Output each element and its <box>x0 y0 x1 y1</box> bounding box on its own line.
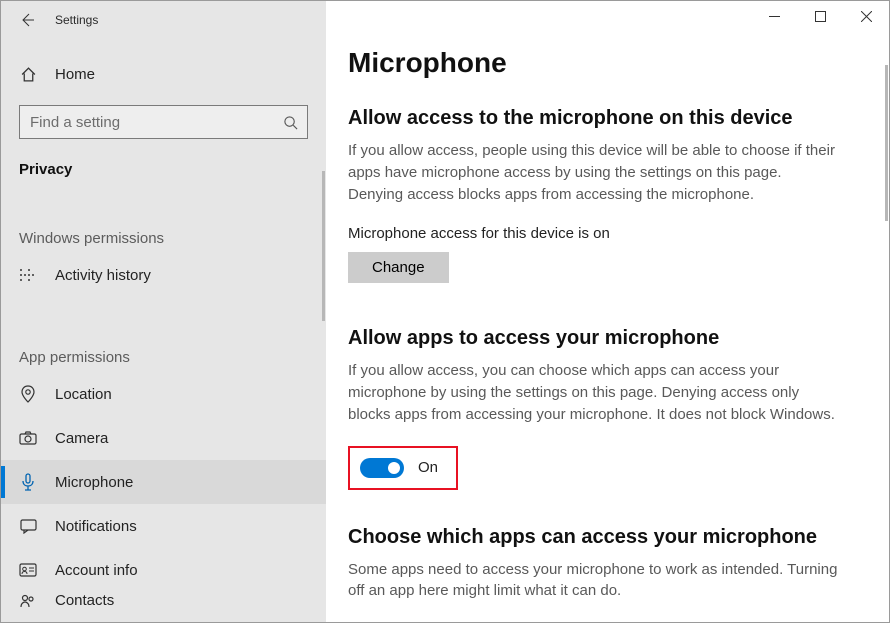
nav-home[interactable]: Home <box>19 65 308 83</box>
window-controls <box>751 1 889 31</box>
sidebar-item-location[interactable]: Location <box>1 372 326 416</box>
sidebar-item-contacts[interactable]: Contacts <box>1 592 326 616</box>
notifications-icon <box>19 517 37 535</box>
nav-group-windows-permissions: Windows permissions <box>19 230 308 247</box>
location-icon <box>19 385 37 403</box>
nav-home-label: Home <box>55 66 95 83</box>
sidebar-item-activity-history[interactable]: Activity history <box>1 253 326 297</box>
minimize-button[interactable] <box>751 1 797 31</box>
sidebar-item-label: Activity history <box>55 267 151 284</box>
nav-group-app-permissions: App permissions <box>19 349 308 366</box>
close-button[interactable] <box>843 1 889 31</box>
section-device-access-title: Allow access to the microphone on this d… <box>348 107 867 130</box>
back-arrow-icon <box>19 12 35 28</box>
sidebar-item-label: Location <box>55 386 112 403</box>
sidebar-item-microphone[interactable]: Microphone <box>1 460 326 504</box>
titlebar: Settings <box>1 1 326 39</box>
app-access-toggle-label: On <box>418 459 438 476</box>
minimize-icon <box>769 11 780 22</box>
home-icon <box>19 65 37 83</box>
nav-items-group1: Activity history <box>1 253 326 297</box>
change-button[interactable]: Change <box>348 252 449 283</box>
content-pane: Microphone Allow access to the microphon… <box>326 1 889 622</box>
section-choose-apps-desc: Some apps need to access your microphone… <box>348 559 838 603</box>
sidebar-item-label: Contacts <box>55 592 114 609</box>
contacts-icon <box>19 592 37 610</box>
sidebar-item-account-info[interactable]: Account info <box>1 548 326 592</box>
nav-items-group2: Location Camera Microphone Notifications <box>1 372 326 616</box>
maximize-icon <box>815 11 826 22</box>
camera-icon <box>19 429 37 447</box>
section-app-access-title: Allow apps to access your microphone <box>348 327 867 350</box>
maximize-button[interactable] <box>797 1 843 31</box>
sidebar-item-label: Camera <box>55 430 108 447</box>
content-scrollbar[interactable] <box>885 65 888 221</box>
microphone-icon <box>19 473 37 491</box>
search-box[interactable] <box>19 105 308 139</box>
search-input[interactable] <box>28 113 281 132</box>
sidebar: Settings Home Privacy Windows permission… <box>1 1 326 622</box>
section-app-access-desc: If you allow access, you can choose whic… <box>348 360 838 425</box>
back-button[interactable] <box>13 6 41 34</box>
app-title: Settings <box>55 13 98 27</box>
device-access-status: Microphone access for this device is on <box>348 225 867 242</box>
nav-category: Privacy <box>19 161 308 178</box>
sidebar-scrollbar[interactable] <box>322 171 325 321</box>
account-info-icon <box>19 561 37 579</box>
close-icon <box>861 11 872 22</box>
sidebar-item-label: Microphone <box>55 474 133 491</box>
activity-history-icon <box>19 266 37 284</box>
search-icon <box>281 113 299 131</box>
sidebar-item-label: Account info <box>55 562 138 579</box>
section-choose-apps-title: Choose which apps can access your microp… <box>348 526 867 549</box>
sidebar-item-label: Notifications <box>55 518 137 535</box>
toggle-thumb <box>388 462 400 474</box>
sidebar-item-camera[interactable]: Camera <box>1 416 326 460</box>
settings-window: Settings Home Privacy Windows permission… <box>0 0 890 623</box>
section-device-access-desc: If you allow access, people using this d… <box>348 140 838 205</box>
page-title: Microphone <box>348 47 867 79</box>
sidebar-item-notifications[interactable]: Notifications <box>1 504 326 548</box>
app-access-toggle[interactable] <box>360 458 404 478</box>
highlight-box: On <box>348 446 458 490</box>
